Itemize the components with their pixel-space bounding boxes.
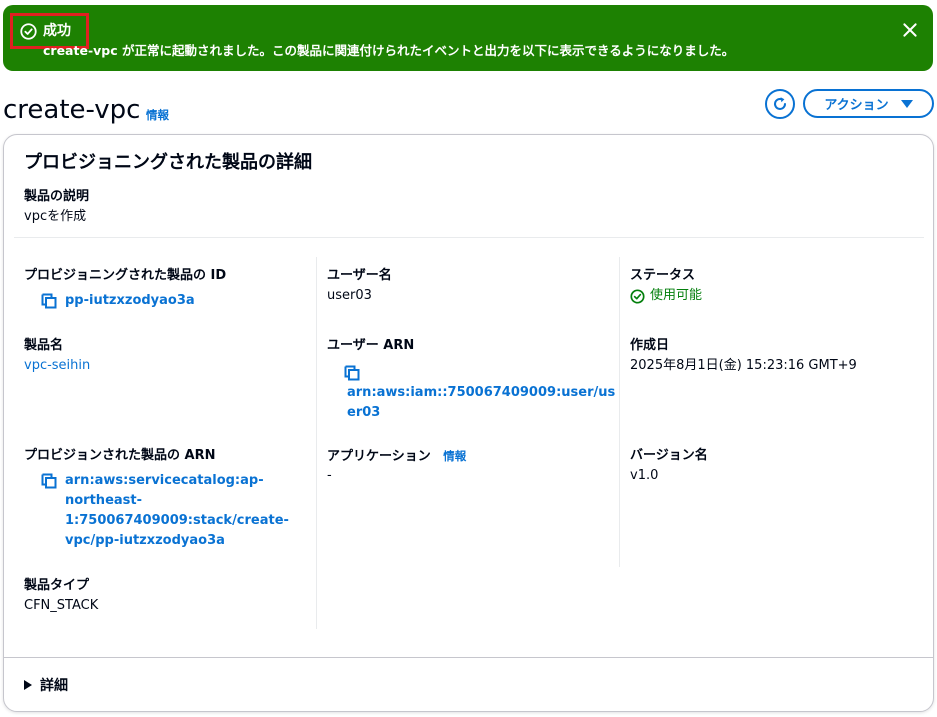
close-icon[interactable] [901,21,919,39]
column-divider [316,257,317,629]
pp-id-label: プロビジョニングされた製品の ID [24,268,227,283]
user-arn-value: arn:aws:iam::750067409009:user/us er03 [347,383,615,423]
page-title: create-vpc [3,95,141,125]
description-value: vpcを作成 [24,209,87,224]
product-type-label: 製品タイプ [24,578,90,593]
description-label: 製品の説明 [24,189,90,204]
pp-id-value: pp-iutzxzodyao3a [65,293,195,308]
user-name-value: user03 [327,288,372,303]
user-arn-copy-link[interactable]: arn:aws:iam::750067409009:user/us er03 [344,363,615,423]
refresh-button[interactable] [765,89,795,119]
application-info-link[interactable]: 情報 [443,449,466,463]
user-arn-line: arn:aws:iam::750067409009:user/us [347,385,616,400]
pp-arn-copy-link[interactable]: arn:aws:servicecatalog:ap- northeast- 1:… [41,471,289,551]
product-name-label: 製品名 [24,338,64,353]
provisioned-product-details-panel: プロビジョニングされた製品の詳細 製品の説明 vpcを作成 プロビジョニングされ… [3,134,934,712]
created-date-value: 2025年8月1日(金) 15:23:16 GMT+9 [630,358,857,373]
details-label: 詳細 [40,678,68,694]
copy-icon [41,293,57,309]
pp-arn-line: northeast- [65,493,143,508]
success-check-icon [20,23,37,40]
flash-message: create-vpc が正常に起動されました。この製品に関連付けられたイベントと… [43,43,735,58]
status-value: 使用可能 [630,286,702,306]
actions-dropdown-button[interactable]: アクション [803,89,934,118]
divider [4,657,933,658]
success-check-icon [630,288,645,304]
caret-right-icon [24,680,32,690]
info-link[interactable]: 情報 [146,107,169,123]
user-arn-line: er03 [347,405,381,420]
user-name-label: ユーザー名 [327,268,392,283]
divider [14,237,924,238]
created-date-label: 作成日 [630,338,670,353]
application-label: アプリケーション 情報 [327,446,466,467]
user-arn-label: ユーザー ARN [327,338,415,353]
status-text: 使用可能 [650,288,703,303]
pp-arn-label: プロビジョンされた製品の ARN [24,448,216,463]
caret-down-icon [900,99,913,108]
pp-arn-line: arn:aws:servicecatalog:ap- [65,473,264,488]
panel-title: プロビジョニングされた製品の詳細 [24,152,312,173]
copy-icon [41,473,57,489]
product-type-value: CFN_STACK [24,598,99,613]
product-name-link[interactable]: vpc-seihin [24,356,90,376]
pp-arn-line: vpc/pp-iutzxzodyao3a [65,533,225,548]
success-flash-banner: 成功 create-vpc が正常に起動されました。この製品に関連付けられたイベ… [3,5,933,71]
pp-id-copy-link[interactable]: pp-iutzxzodyao3a [41,291,195,311]
application-label-text: アプリケーション [327,449,431,464]
column-divider [619,257,620,567]
version-name-value: v1.0 [630,468,659,483]
version-name-label: バージョン名 [630,448,708,463]
application-value: - [327,468,332,483]
pp-arn-value: arn:aws:servicecatalog:ap- northeast- 1:… [65,471,289,551]
copy-icon [344,365,360,381]
refresh-icon [774,97,786,110]
details-expander[interactable]: 詳細 [24,675,68,695]
status-label: ステータス [630,268,696,283]
flash-title: 成功 [43,23,71,39]
actions-label: アクション [824,98,889,113]
pp-arn-line: 1:750067409009:stack/create- [65,513,289,528]
